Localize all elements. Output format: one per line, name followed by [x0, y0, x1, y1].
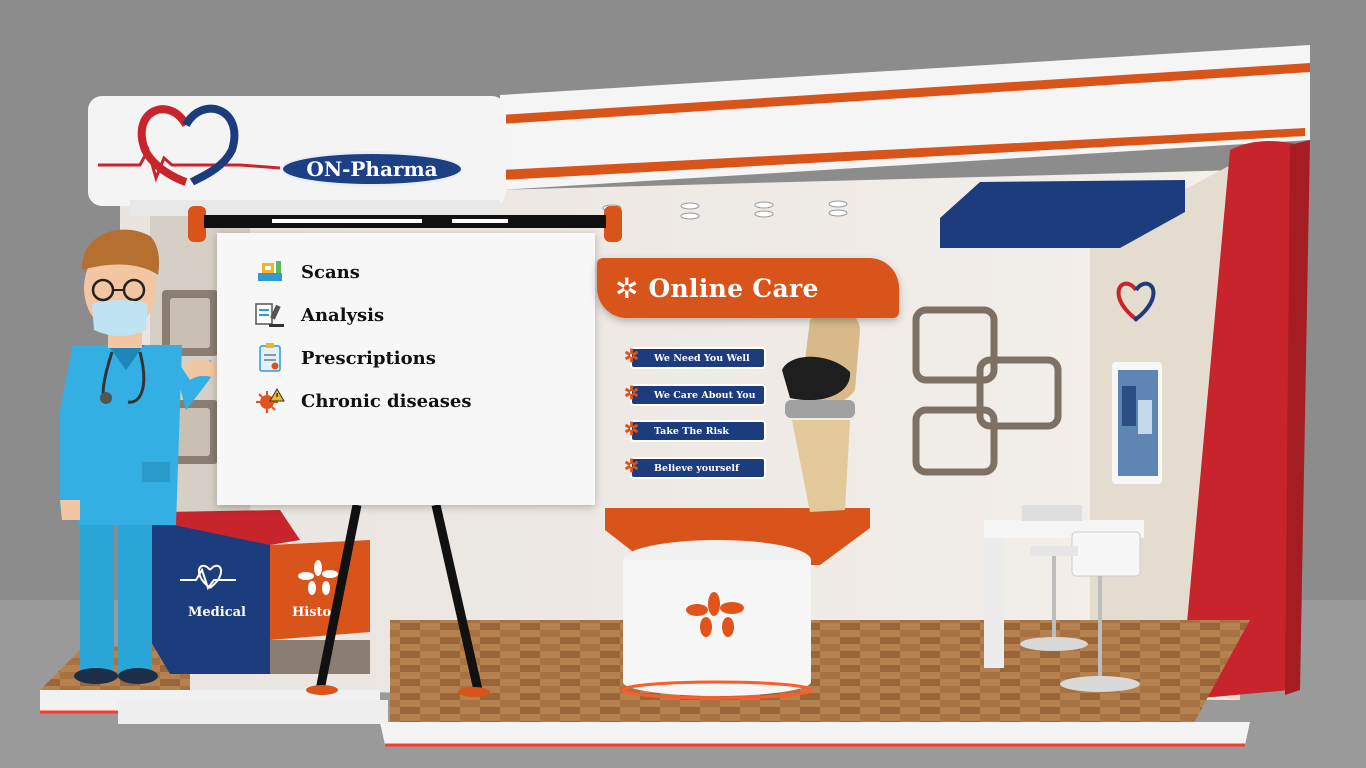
board-item-label: Analysis: [301, 304, 385, 326]
slogan-we-care-about-you[interactable]: ✲ We Care About You: [624, 383, 766, 406]
slogan-take-the-risk[interactable]: ✲ Take The Risk: [624, 419, 766, 442]
board-item-prescriptions[interactable]: Prescriptions: [255, 343, 436, 373]
slogan-believe-yourself[interactable]: ✲ Believe yourself: [624, 456, 766, 479]
slogan-text: We Need You Well: [654, 352, 750, 364]
board-item-scans[interactable]: Scans: [255, 257, 360, 287]
board-item-label: Chronic diseases: [301, 390, 472, 412]
desk-label-medical: Medical: [188, 605, 246, 620]
slogan-text: Take The Risk: [654, 425, 730, 437]
asterisk-icon: ✲: [624, 419, 640, 440]
online-care-title: Online Care: [648, 273, 819, 303]
board-item-analysis[interactable]: Analysis: [255, 300, 384, 330]
board-item-label: Scans: [301, 261, 360, 283]
virus-icon: [255, 386, 285, 416]
slogan-we-need-you-well[interactable]: ✲ We Need You Well: [624, 346, 766, 369]
microscope-icon: [255, 300, 285, 330]
board-item-label: Prescriptions: [301, 347, 436, 369]
desk-label-history: Histo: [292, 605, 332, 620]
slogan-text: Believe yourself: [654, 462, 740, 474]
board-item-chronic-diseases[interactable]: Chronic diseases: [255, 386, 471, 416]
asterisk-logo-icon: ✲: [615, 271, 639, 305]
asterisk-icon: ✲: [624, 456, 640, 477]
slogan-text: We Care About You: [654, 389, 756, 401]
scanner-icon: [255, 257, 285, 287]
services-board: Scans Analysis Prescriptions Chronic dis…: [217, 233, 595, 505]
brand-name-badge: ON-Pharma: [280, 151, 464, 187]
asterisk-icon: ✲: [624, 346, 640, 367]
asterisk-icon: ✲: [624, 383, 640, 404]
prescription-icon: [255, 343, 285, 373]
online-care-banner: ✲ Online Care: [597, 258, 899, 318]
